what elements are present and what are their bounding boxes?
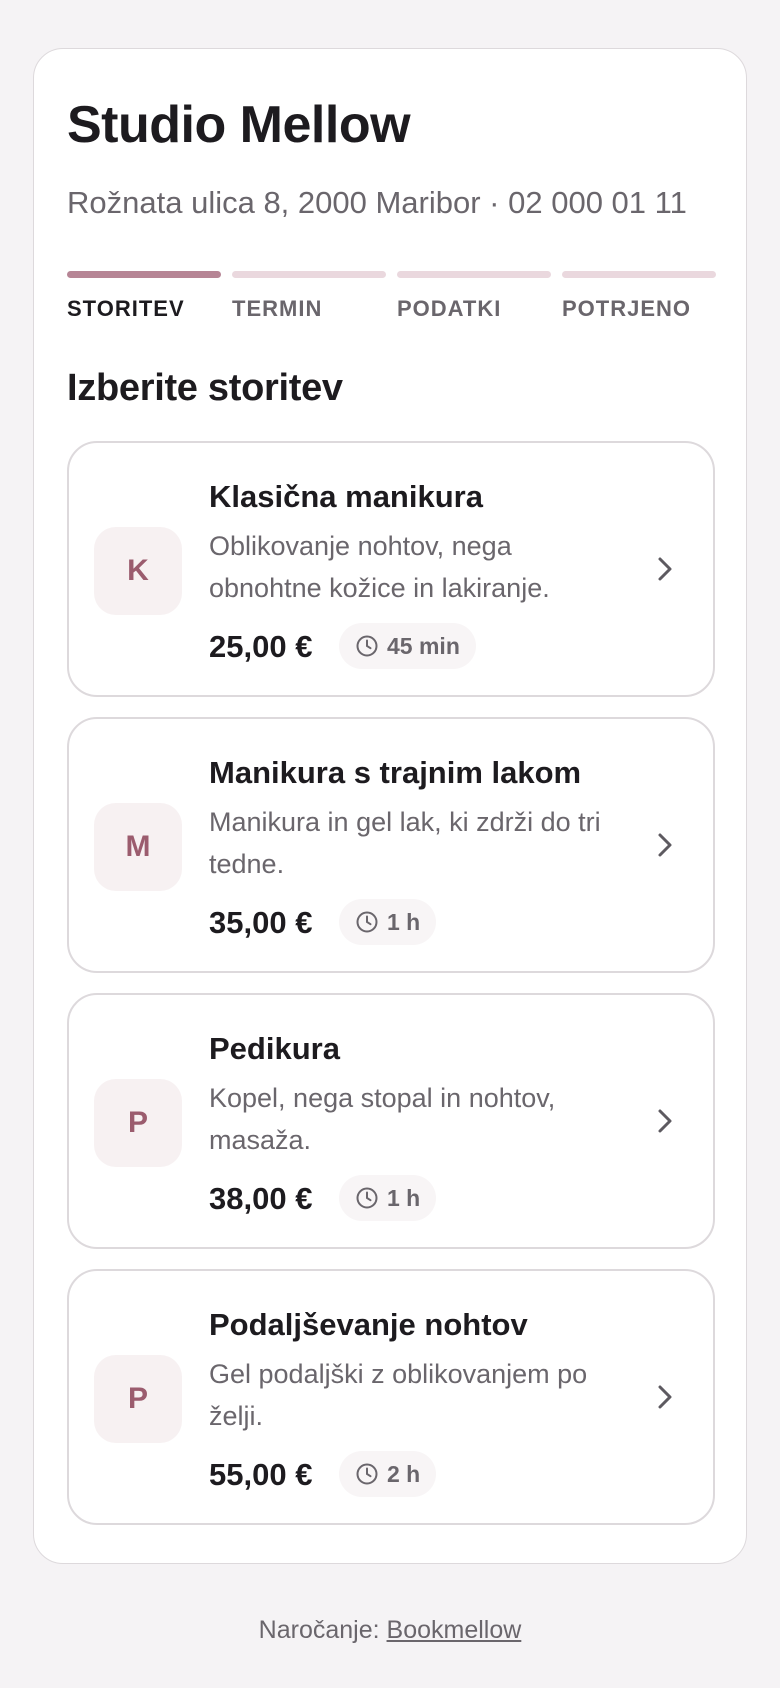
section-title: Izberite storitev (67, 367, 343, 409)
step-label: POTRJENO (562, 296, 692, 321)
service-duration: 2 h (387, 1460, 421, 1487)
service-card-podaljsevanje-nohtov[interactable]: P Podaljševanje nohtov Gel podaljški z o… (67, 1269, 715, 1525)
service-duration: 1 h (387, 1184, 421, 1211)
clock-icon (356, 911, 378, 933)
service-price: 25,00 € (209, 629, 313, 664)
step-details: PODATKI (397, 271, 551, 322)
service-duration-badge: 1 h (339, 899, 437, 945)
service-card-pedikura[interactable]: P Pedikura Kopel, nega stopal in nohtov,… (67, 993, 715, 1249)
chevron-right-icon (658, 833, 672, 857)
service-description: Manikura in gel lak, ki zdrži do tri ted… (209, 807, 601, 879)
service-duration: 1 h (387, 908, 421, 935)
service-duration-badge: 45 min (339, 623, 476, 669)
step-bar (67, 271, 221, 278)
clock-icon (356, 1187, 378, 1209)
service-description: Oblikovanje nohtov, nega obnohtne kožice… (209, 531, 550, 603)
service-duration: 45 min (387, 632, 460, 659)
step-bar (397, 271, 551, 278)
service-list: K Klasična manikura Oblikovanje nohtov, … (67, 441, 715, 1545)
step-label: STORITEV (67, 296, 185, 321)
step-label: PODATKI (397, 296, 502, 321)
salon-address-phone: Rožnata ulica 8, 2000 Maribor · 02 000 0… (67, 185, 687, 220)
service-initial-avatar: K (94, 527, 182, 615)
service-card-klasicna-manikura[interactable]: K Klasična manikura Oblikovanje nohtov, … (67, 441, 715, 697)
chevron-right-icon (658, 557, 672, 581)
step-service: STORITEV (67, 271, 221, 322)
service-price: 55,00 € (209, 1457, 313, 1492)
step-label: TERMIN (232, 296, 323, 321)
service-price: 38,00 € (209, 1181, 313, 1216)
service-price: 35,00 € (209, 905, 313, 940)
salon-name: Studio Mellow (67, 96, 411, 154)
step-bar (232, 271, 386, 278)
step-confirmed: POTRJENO (562, 271, 716, 322)
footer: Naročanje: Bookmellow (0, 1616, 780, 1645)
service-description: Gel podaljški z oblikovanjem po želji. (209, 1359, 588, 1431)
service-description: Kopel, nega stopal in nohtov, masaža. (209, 1083, 556, 1155)
service-initial-avatar: P (94, 1355, 182, 1443)
clock-icon (356, 1463, 378, 1485)
chevron-right-icon (658, 1109, 672, 1133)
service-initial-avatar: M (94, 803, 182, 891)
service-card-manikura-s-trajnim-lakom[interactable]: M Manikura s trajnim lakom Manikura in g… (67, 717, 715, 973)
service-name: Pedikura (209, 1031, 340, 1066)
service-initial-avatar: P (94, 1079, 182, 1167)
step-time: TERMIN (232, 271, 386, 322)
service-name: Manikura s trajnim lakom (209, 755, 582, 790)
clock-icon (356, 635, 378, 657)
service-name: Podaljševanje nohtov (209, 1307, 528, 1342)
booking-steps: STORITEV TERMIN PODATKI POTRJENO (67, 271, 717, 331)
chevron-right-icon (658, 1385, 672, 1409)
bookmellow-link[interactable]: Bookmellow (387, 1616, 522, 1644)
service-duration-badge: 1 h (339, 1175, 437, 1221)
service-name: Klasična manikura (209, 479, 483, 514)
footer-prefix: Naročanje: (258, 1616, 380, 1644)
booking-card: Studio Mellow Rožnata ulica 8, 2000 Mari… (33, 48, 747, 1564)
step-bar (562, 271, 716, 278)
service-duration-badge: 2 h (339, 1451, 437, 1497)
